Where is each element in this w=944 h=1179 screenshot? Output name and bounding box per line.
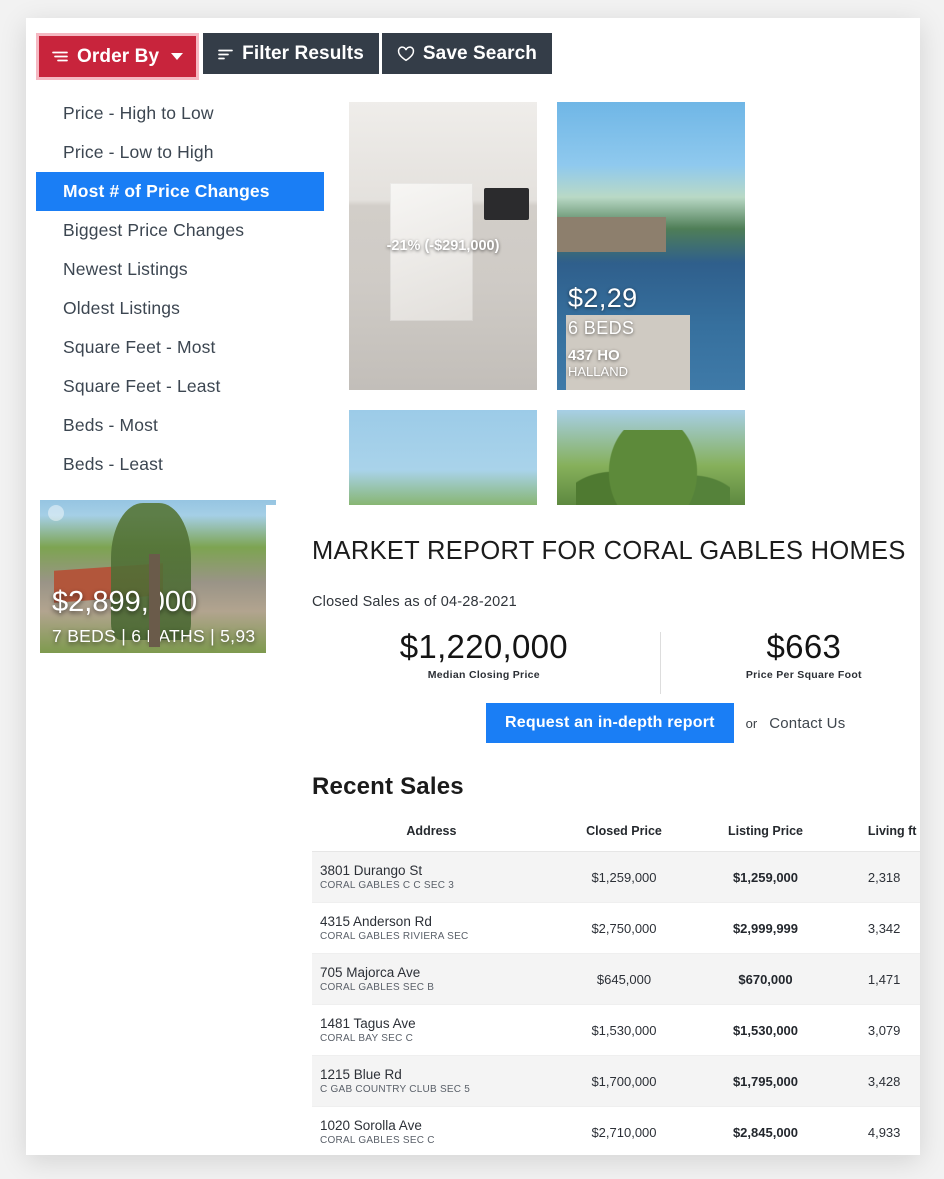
cell-address: 4315 Anderson Rd CORAL GABLES RIVIERA SE…: [312, 902, 551, 954]
cell-address: 705 Majorca Ave CORAL GABLES SEC B: [312, 953, 551, 1005]
subdivision-line: C GAB COUNTRY CLUB SEC 5: [320, 1084, 471, 1095]
stat-price-per-square-foot: $663 Price Per Square Foot: [656, 628, 920, 681]
address-line: 1020 Sorolla Ave: [320, 1118, 422, 1133]
contact-us-link[interactable]: Contact Us: [769, 715, 845, 732]
table-row[interactable]: 705 Majorca Ave CORAL GABLES SEC B $645,…: [312, 953, 920, 1005]
cell-closed-price: $2,710,000: [550, 1106, 698, 1155]
heart-icon: [397, 45, 415, 62]
table-row[interactable]: 3801 Durango St CORAL GABLES C C SEC 3 $…: [312, 851, 920, 903]
order-option-square-feet-most[interactable]: Square Feet - Most: [36, 328, 324, 367]
order-option-square-feet-least[interactable]: Square Feet - Least: [36, 367, 324, 406]
cell-address: 3801 Durango St CORAL GABLES C C SEC 3: [312, 851, 551, 903]
chevron-down-icon: [171, 53, 184, 60]
price-change-badge: -21% (-$291,000): [386, 238, 500, 254]
order-by-label: Order By: [77, 45, 160, 67]
cell-closed-price: $645,000: [550, 953, 698, 1005]
mls-watermark-icon: [48, 505, 64, 521]
column-header-listing-price[interactable]: Listing Price: [697, 815, 834, 852]
cell-listing-price: $1,259,000: [697, 851, 834, 903]
address-line: 4315 Anderson Rd: [320, 914, 432, 929]
page-card: Order By Filter Results Save Search -21%…: [26, 18, 920, 1155]
market-stats-row: $1,220,000 Median Closing Price $663 Pri…: [312, 628, 920, 694]
column-header-closed-price[interactable]: Closed Price: [550, 815, 698, 852]
cell-living-sqft: 3,428: [833, 1055, 920, 1107]
stat-label: Price Per Square Foot: [745, 669, 862, 681]
listing-tile-2-caption: $2,29 6 BEDS 437 HO HALLAND: [557, 273, 745, 390]
cell-listing-price: $670,000: [697, 953, 834, 1005]
cta-or-text: or: [745, 715, 758, 731]
order-option-beds-least[interactable]: Beds - Least: [36, 445, 324, 484]
cell-closed-price: $1,259,000: [550, 851, 698, 903]
table-row[interactable]: 1481 Tagus Ave CORAL BAY SEC C $1,530,00…: [312, 1004, 920, 1056]
order-option-biggest-price-changes[interactable]: Biggest Price Changes: [36, 211, 324, 250]
listing-tile-1[interactable]: -21% (-$291,000): [349, 102, 537, 390]
listing-address: 437 HO: [568, 347, 620, 364]
listing-tile-2[interactable]: $2,29 6 BEDS 437 HO HALLAND: [557, 102, 745, 390]
table-row[interactable]: 1020 Sorolla Ave CORAL GABLES SEC C $2,7…: [312, 1106, 920, 1155]
address-line: 3801 Durango St: [320, 863, 423, 878]
save-search-button[interactable]: Save Search: [381, 33, 553, 74]
cell-address: 1215 Blue Rd C GAB COUNTRY CLUB SEC 5: [312, 1055, 551, 1107]
listing-beds: 6 BEDS: [568, 318, 635, 338]
subdivision-line: CORAL GABLES SEC C: [320, 1135, 435, 1146]
cell-closed-price: $2,750,000: [550, 902, 698, 954]
cell-listing-price: $1,530,000: [697, 1004, 834, 1056]
order-by-button[interactable]: Order By: [36, 33, 200, 80]
cell-living-sqft: 2,318: [833, 851, 920, 903]
cell-address: 1481 Tagus Ave CORAL BAY SEC C: [312, 1004, 551, 1056]
cell-living-sqft: 3,079: [833, 1004, 920, 1056]
cell-listing-price: $1,795,000: [697, 1055, 834, 1107]
address-line: 1215 Blue Rd: [320, 1067, 402, 1082]
recent-sales-table: Address Closed Price Listing Price Livin…: [312, 815, 920, 1155]
filter-results-label: Filter Results: [242, 42, 364, 64]
order-option-price-high-low[interactable]: Price - High to Low: [36, 94, 324, 133]
stats-divider: [660, 632, 661, 694]
filter-results-button[interactable]: Filter Results: [203, 33, 379, 74]
cell-address: 1020 Sorolla Ave CORAL GABLES SEC C: [312, 1106, 551, 1155]
market-report-panel: MARKET REPORT FOR CORAL GABLES HOMES Clo…: [266, 505, 920, 1155]
sort-lines-icon: [52, 50, 69, 63]
report-cta-row: Request an in-depth report or Contact Us: [312, 703, 920, 743]
cell-listing-price: $2,845,000: [697, 1106, 834, 1155]
stat-value: $1,220,000: [399, 628, 568, 665]
order-by-dropdown-menu: Price - High to Low Price - Low to High …: [36, 80, 324, 500]
cell-living-sqft: 3,342: [833, 902, 920, 954]
closed-sales-date: Closed Sales as of 04-28-2021: [312, 594, 517, 610]
listing-price: $2,29: [568, 283, 638, 313]
request-report-button[interactable]: Request an in-depth report: [486, 703, 734, 743]
save-search-label: Save Search: [422, 42, 538, 64]
column-header-address[interactable]: Address: [312, 815, 551, 852]
stat-value: $663: [766, 628, 842, 665]
subdivision-line: CORAL GABLES C C SEC 3: [320, 880, 455, 891]
recent-sales-heading: Recent Sales: [312, 773, 464, 800]
address-line: 1481 Tagus Ave: [320, 1016, 416, 1031]
subdivision-line: CORAL GABLES SEC B: [320, 982, 435, 993]
tree-trunk-decoration: [148, 553, 161, 647]
table-row[interactable]: 4315 Anderson Rd CORAL GABLES RIVIERA SE…: [312, 902, 920, 954]
featured-listing-price: $2,899,000: [52, 586, 198, 618]
cell-living-sqft: 1,471: [833, 953, 920, 1005]
subdivision-line: CORAL BAY SEC C: [320, 1033, 414, 1044]
table-header-row: Address Closed Price Listing Price Livin…: [312, 815, 920, 852]
order-option-oldest-listings[interactable]: Oldest Listings: [36, 289, 324, 328]
cell-closed-price: $1,530,000: [550, 1004, 698, 1056]
order-option-beds-most[interactable]: Beds - Most: [36, 406, 324, 445]
stat-median-closing-price: $1,220,000 Median Closing Price: [312, 628, 656, 681]
order-option-most-price-changes[interactable]: Most # of Price Changes: [36, 172, 324, 211]
filter-lines-icon: [218, 48, 234, 60]
market-report-title: MARKET REPORT FOR CORAL GABLES HOMES: [312, 537, 906, 565]
cell-listing-price: $2,999,999: [697, 902, 834, 954]
address-line: 705 Majorca Ave: [320, 965, 421, 980]
results-toolbar: Order By Filter Results Save Search: [36, 33, 555, 80]
order-option-newest-listings[interactable]: Newest Listings: [36, 250, 324, 289]
subdivision-line: CORAL GABLES RIVIERA SEC: [320, 931, 469, 942]
order-option-price-low-high[interactable]: Price - Low to High: [36, 133, 324, 172]
column-header-living-sqft[interactable]: Living ft: [833, 815, 920, 852]
listing-city: HALLAND: [568, 364, 628, 379]
featured-listing-card[interactable]: $2,899,000 7 BEDS | 6 BATHS | 5,93: [40, 493, 276, 653]
cell-living-sqft: 4,933: [833, 1106, 920, 1155]
table-row[interactable]: 1215 Blue Rd C GAB COUNTRY CLUB SEC 5 $1…: [312, 1055, 920, 1107]
stat-label: Median Closing Price: [427, 669, 540, 681]
cell-closed-price: $1,700,000: [550, 1055, 698, 1107]
